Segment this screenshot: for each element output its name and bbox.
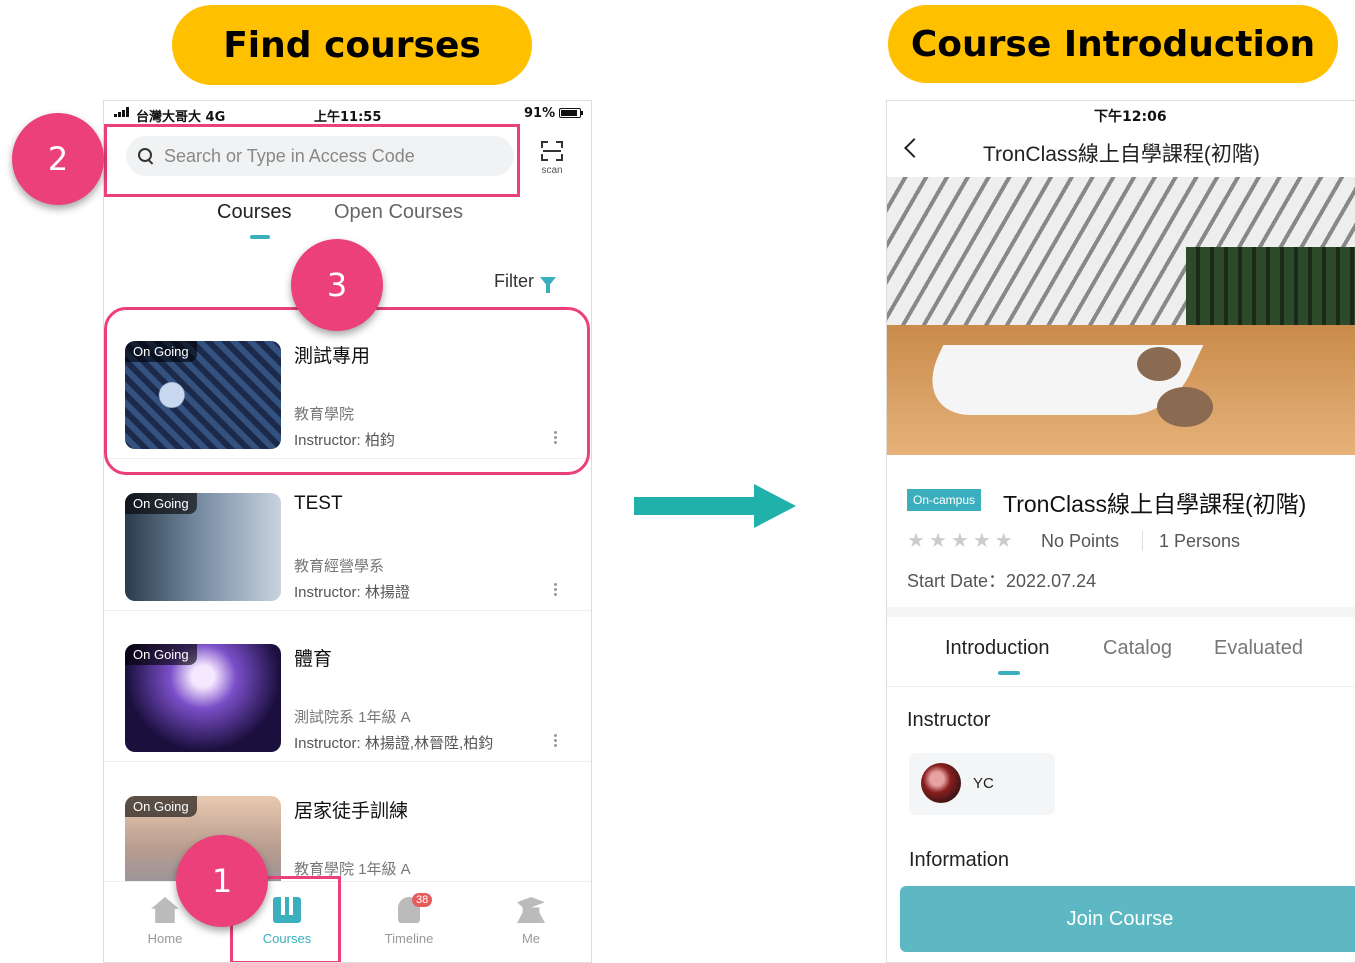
stage: Find courses Course Introduction 台灣大哥大 4… xyxy=(0,0,1355,963)
tab-indicator xyxy=(998,671,1020,675)
on-campus-badge: On-campus xyxy=(907,489,982,511)
status-badge: On Going xyxy=(125,644,197,665)
page-title: TronClass線上自學課程(初階) xyxy=(983,143,1260,166)
course-title: 體育 xyxy=(294,649,333,670)
star-icon: ★ xyxy=(994,530,1013,552)
battery-icon xyxy=(559,108,583,118)
star-icon: ★ xyxy=(972,530,991,552)
more-icon[interactable] xyxy=(554,581,558,598)
graduate-icon xyxy=(517,897,545,923)
carrier: 台灣大哥大 4G xyxy=(136,110,226,125)
course-card[interactable]: On Going TEST 教育經營學系 Instructor: 林揚證 xyxy=(104,461,591,611)
nav-me[interactable]: Me xyxy=(491,897,571,946)
star-icon: ★ xyxy=(907,530,925,552)
filter-icon xyxy=(540,276,556,293)
step-3-marker: 3 xyxy=(291,239,383,331)
tab-open-courses[interactable]: Open Courses xyxy=(334,201,463,224)
tab-courses[interactable]: Courses xyxy=(217,201,291,224)
nav-home-label: Home xyxy=(147,931,183,946)
avatar xyxy=(921,763,961,803)
step-2-marker: 2 xyxy=(12,113,104,205)
back-icon[interactable] xyxy=(904,138,924,158)
nav-me-label: Me xyxy=(521,931,541,946)
course-thumbnail: On Going xyxy=(125,493,281,601)
status-time: 下午12:06 xyxy=(1094,109,1167,125)
status-badge: On Going xyxy=(125,493,197,514)
filter-button[interactable]: Filter xyxy=(494,271,556,293)
divider xyxy=(1142,531,1143,551)
course-dept: 測試院系 1年級 A xyxy=(294,709,411,726)
course-tabs: Courses Open Courses xyxy=(104,201,591,241)
step-1-marker: 1 xyxy=(176,835,268,927)
home-icon xyxy=(151,897,179,923)
start-date: Start Date：2022.07.24 xyxy=(907,571,1097,591)
course-title: TronClass線上自學課程(初階) xyxy=(1003,491,1307,517)
status-time: 上午11:55 xyxy=(314,110,382,125)
course-title: TEST xyxy=(294,493,343,514)
points: No Points xyxy=(1041,531,1120,551)
information-heading: Information xyxy=(909,849,1010,871)
instructor-card[interactable]: YC xyxy=(909,753,1055,815)
nav-timeline[interactable]: 38 Timeline xyxy=(369,893,449,946)
tab-introduction[interactable]: Introduction xyxy=(945,637,1050,660)
status-badge: On Going xyxy=(125,796,197,817)
persons: 1 Persons xyxy=(1159,531,1241,551)
find-courses-label: Find courses xyxy=(172,5,532,85)
star-icon: ★ xyxy=(928,530,947,552)
join-course-button[interactable]: Join Course xyxy=(900,886,1355,952)
phone-course-introduction: 下午12:06 TronClass線上自學課程(初階) On-campus Tr… xyxy=(886,100,1355,963)
course-hero-image xyxy=(887,177,1355,455)
star-icon: ★ xyxy=(950,530,969,552)
scan-label: scan xyxy=(541,165,563,176)
search-highlight xyxy=(104,124,520,197)
notification-badge: 38 xyxy=(412,893,433,907)
section-divider xyxy=(887,607,1355,617)
bell-icon: 38 xyxy=(398,893,433,923)
tab-catalog[interactable]: Catalog xyxy=(1103,637,1172,660)
filter-label: Filter xyxy=(494,271,534,291)
course-instructor: Instructor: 林揚證 xyxy=(294,584,410,601)
course-highlight xyxy=(104,307,590,475)
signal-icon xyxy=(114,107,129,117)
course-dept: 教育經營學系 xyxy=(294,558,385,575)
phone-find-courses: 台灣大哥大 4G 上午11:55 91% Search or Type in A… xyxy=(103,100,592,963)
instructor-name: YC xyxy=(973,775,994,792)
rating-stars: ★ ★ ★ ★ ★ xyxy=(907,531,1013,551)
course-introduction-label: Course Introduction xyxy=(888,5,1338,83)
tab-indicator xyxy=(250,235,270,239)
right-arrow-icon xyxy=(634,484,796,528)
tab-evaluated[interactable]: Evaluated xyxy=(1214,637,1303,660)
battery-percent: 91% xyxy=(524,106,556,121)
course-thumbnail: On Going xyxy=(125,644,281,752)
instructor-heading: Instructor xyxy=(907,709,991,731)
scan-icon xyxy=(541,141,563,161)
course-instructor: Instructor: 林揚證,林晉陞,柏鈞 xyxy=(294,735,494,752)
course-title: 居家徒手訓練 xyxy=(294,801,409,822)
nav-timeline-label: Timeline xyxy=(384,931,434,946)
more-icon[interactable] xyxy=(554,732,558,749)
scan-button[interactable]: scan xyxy=(536,141,568,176)
course-card[interactable]: On Going 體育 測試院系 1年級 A Instructor: 林揚證,林… xyxy=(104,612,591,762)
intro-tabs: Introduction Catalog Evaluated xyxy=(887,637,1355,687)
